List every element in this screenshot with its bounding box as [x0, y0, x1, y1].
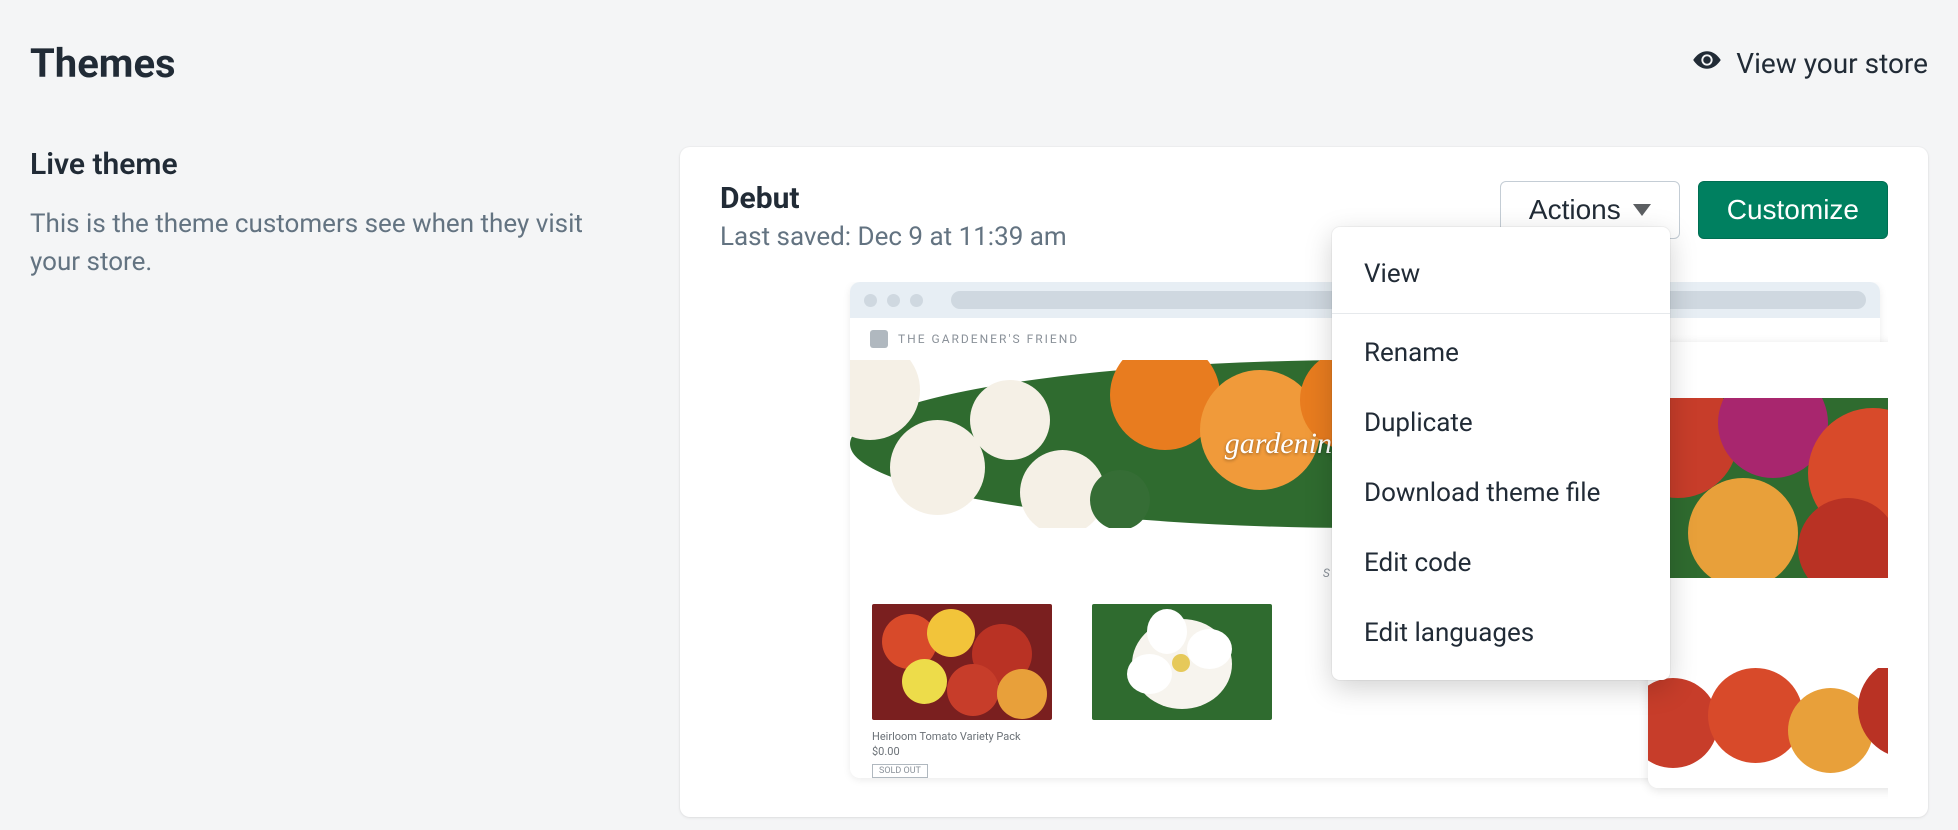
preview-product: Heirloom Tomato Variety Pack $0.00 SOLD … — [872, 604, 1052, 778]
theme-preview-mobile: for — [1648, 342, 1888, 788]
preview-mobile-product-strip — [1648, 668, 1888, 788]
actions-menu-rename[interactable]: Rename — [1332, 318, 1670, 388]
actions-menu-edit-languages[interactable]: Edit languages — [1332, 598, 1670, 668]
theme-preview: THE GARDENER'S FRIEND — [720, 282, 1888, 802]
preview-mobile-topbar — [1648, 342, 1888, 398]
preview-product — [1092, 604, 1272, 778]
view-store-label: View your store — [1736, 47, 1928, 80]
traffic-light-dot — [887, 294, 900, 307]
traffic-light-dot — [864, 294, 877, 307]
actions-menu-download[interactable]: Download theme file — [1332, 458, 1670, 528]
live-theme-heading: Live theme — [30, 147, 640, 182]
live-theme-sidebar: Live theme This is the theme customers s… — [30, 147, 680, 281]
page-title: Themes — [30, 40, 176, 87]
live-theme-description: This is the theme customers see when the… — [30, 206, 610, 281]
preview-product-title: Heirloom Tomato Variety Pack — [872, 730, 1052, 743]
traffic-light-dot — [910, 294, 923, 307]
customize-button[interactable]: Customize — [1698, 181, 1888, 239]
preview-logo-icon — [870, 330, 888, 348]
preview-mobile-hero: for — [1648, 398, 1888, 578]
preview-product-image — [1092, 604, 1272, 720]
preview-product-price: $0.00 — [872, 745, 1052, 758]
eye-icon — [1692, 45, 1722, 82]
actions-menu-view[interactable]: View — [1332, 239, 1670, 309]
dropdown-separator — [1332, 313, 1670, 314]
customize-button-label: Customize — [1727, 196, 1859, 224]
actions-menu-duplicate[interactable]: Duplicate — [1332, 388, 1670, 458]
chevron-down-icon — [1633, 204, 1651, 216]
preview-brand-text: THE GARDENER'S FRIEND — [898, 332, 1079, 346]
theme-name: Debut — [720, 181, 1067, 216]
actions-menu-edit-code[interactable]: Edit code — [1332, 528, 1670, 598]
view-store-link[interactable]: View your store — [1692, 45, 1928, 82]
preview-product-badge: SOLD OUT — [872, 764, 928, 778]
preview-product-image — [872, 604, 1052, 720]
theme-card: Debut Last saved: Dec 9 at 11:39 am Acti… — [680, 147, 1928, 817]
actions-dropdown: View Rename Duplicate Download theme fil… — [1332, 227, 1670, 680]
theme-info: Debut Last saved: Dec 9 at 11:39 am — [720, 181, 1067, 252]
theme-last-saved: Last saved: Dec 9 at 11:39 am — [720, 222, 1067, 252]
page-header: Themes View your store — [30, 40, 1928, 87]
actions-button-label: Actions — [1529, 196, 1621, 224]
